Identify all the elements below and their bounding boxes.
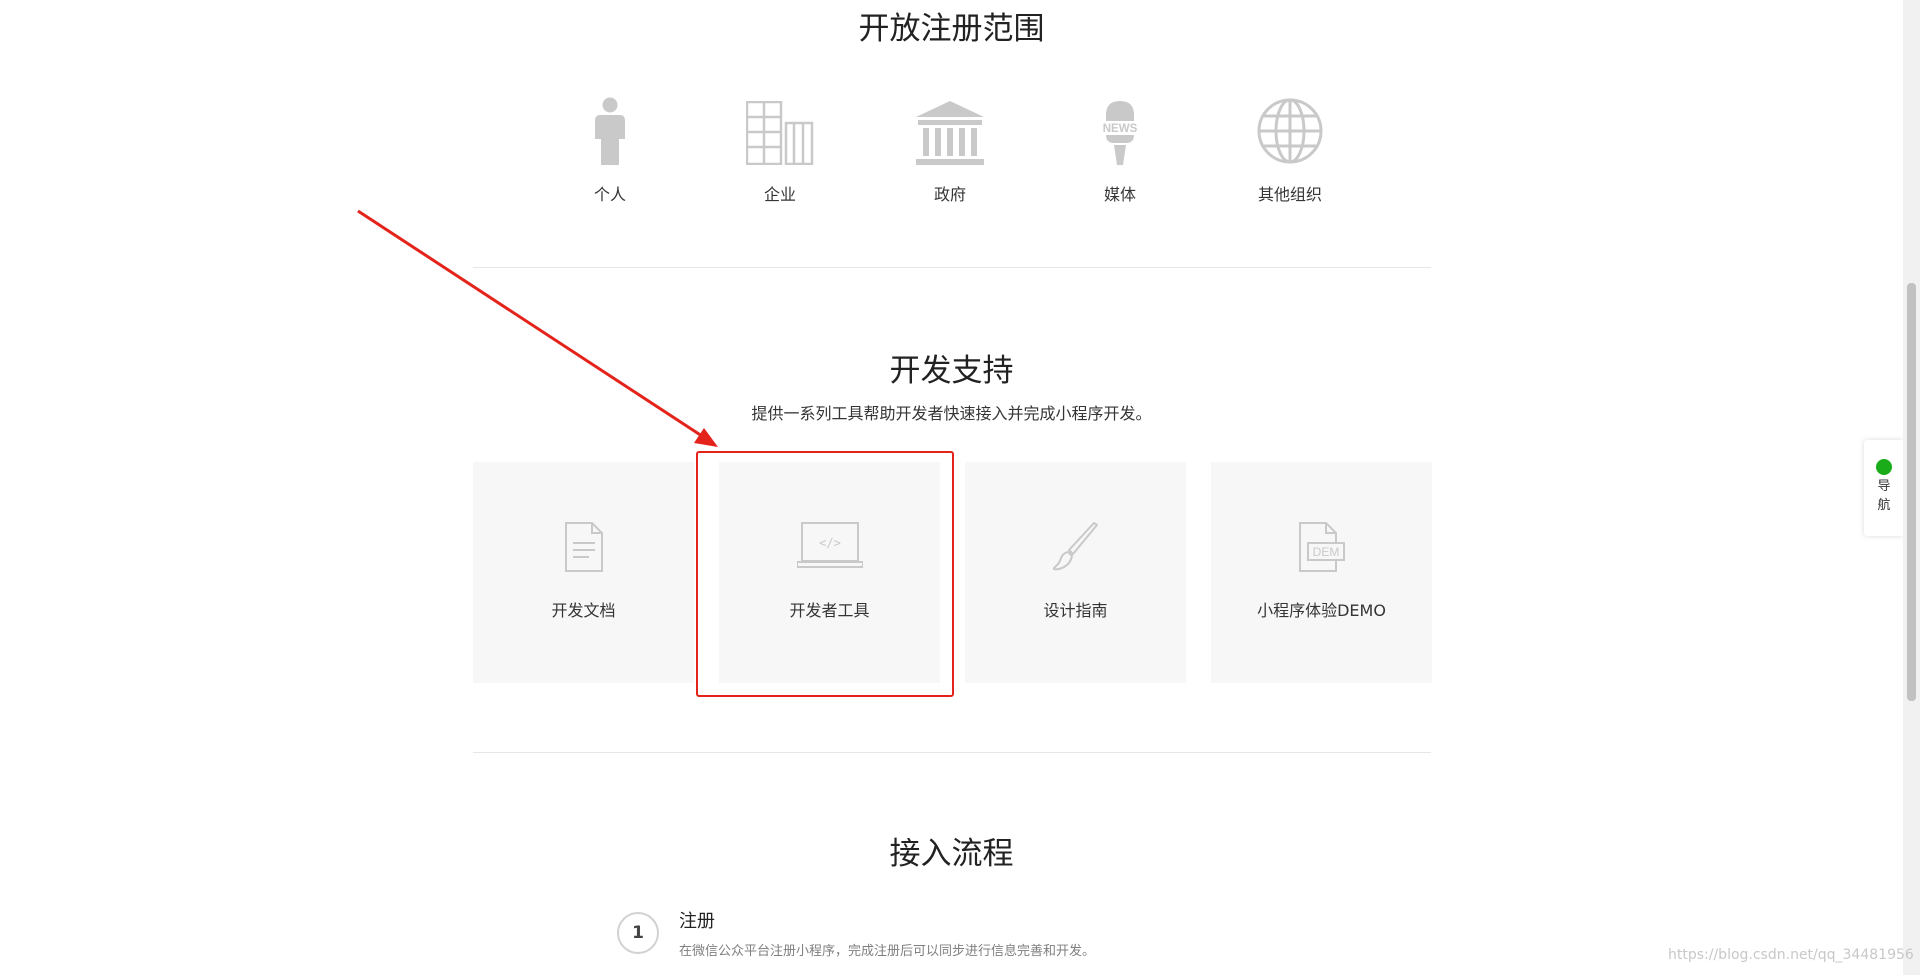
section-divider <box>473 752 1431 753</box>
news-microphone-icon: NEWS <box>1035 90 1205 165</box>
page: 开放注册范围 个人 企业 政府 NEWS 媒体 其他组织 开发支持 提供一系列工… <box>0 0 1903 975</box>
card-demo[interactable]: DEM 小程序体验DEMO <box>1211 462 1432 683</box>
nav-badge-icon <box>1876 459 1892 475</box>
side-nav-button[interactable]: 导航 <box>1864 440 1904 536</box>
government-icon <box>865 90 1035 165</box>
scope-item-personal: 个人 <box>525 90 695 205</box>
card-dev-docs[interactable]: 开发文档 <box>473 462 694 683</box>
step-number: 1 <box>617 912 659 954</box>
demo-file-icon: DEM <box>1211 522 1432 572</box>
document-icon <box>473 522 694 572</box>
watermark: https://blog.csdn.net/qq_34481956 <box>1668 947 1914 963</box>
scope-section-title: 开放注册范围 <box>858 11 1045 47</box>
step-description: 在微信公众平台注册小程序，完成注册后可以同步进行信息完善和开发。 <box>679 944 1096 959</box>
scope-label: 企业 <box>763 185 796 204</box>
building-icon <box>695 90 865 165</box>
scope-label: 其他组织 <box>1257 185 1322 204</box>
vertical-scrollbar[interactable] <box>1903 0 1920 975</box>
step-title: 注册 <box>679 911 715 932</box>
scope-item-other-org: 其他组织 <box>1205 90 1375 205</box>
dev-section-title: 开发支持 <box>889 353 1014 389</box>
side-nav-label: 导航 <box>1877 479 1891 513</box>
card-label: 开发文档 <box>551 601 616 620</box>
scrollbar-thumb[interactable] <box>1907 283 1916 701</box>
scope-item-enterprise: 企业 <box>695 90 865 205</box>
card-label: 设计指南 <box>1043 601 1108 620</box>
demo-icon-text: DEM <box>1312 545 1339 559</box>
scope-label: 政府 <box>933 185 966 204</box>
section-divider <box>473 267 1431 268</box>
brush-icon <box>965 522 1186 572</box>
scope-label: 媒体 <box>1103 185 1136 204</box>
card-design-guide[interactable]: 设计指南 <box>965 462 1186 683</box>
flow-step: 1 注册 在微信公众平台注册小程序，完成注册后可以同步进行信息完善和开发。 <box>617 907 1317 967</box>
person-icon <box>525 90 695 165</box>
scope-list: 个人 企业 政府 NEWS 媒体 其他组织 <box>525 90 1375 204</box>
highlight-box <box>696 451 954 697</box>
globe-icon <box>1205 90 1375 165</box>
scope-item-media: NEWS 媒体 <box>1035 90 1205 205</box>
scope-item-government: 政府 <box>865 90 1035 205</box>
svg-text:NEWS: NEWS <box>1103 123 1138 135</box>
flow-section-title: 接入流程 <box>889 836 1014 872</box>
dev-section-description: 提供一系列工具帮助开发者快速接入并完成小程序开发。 <box>751 404 1152 423</box>
scope-label: 个人 <box>593 185 626 204</box>
card-label: 小程序体验DEMO <box>1257 601 1386 620</box>
